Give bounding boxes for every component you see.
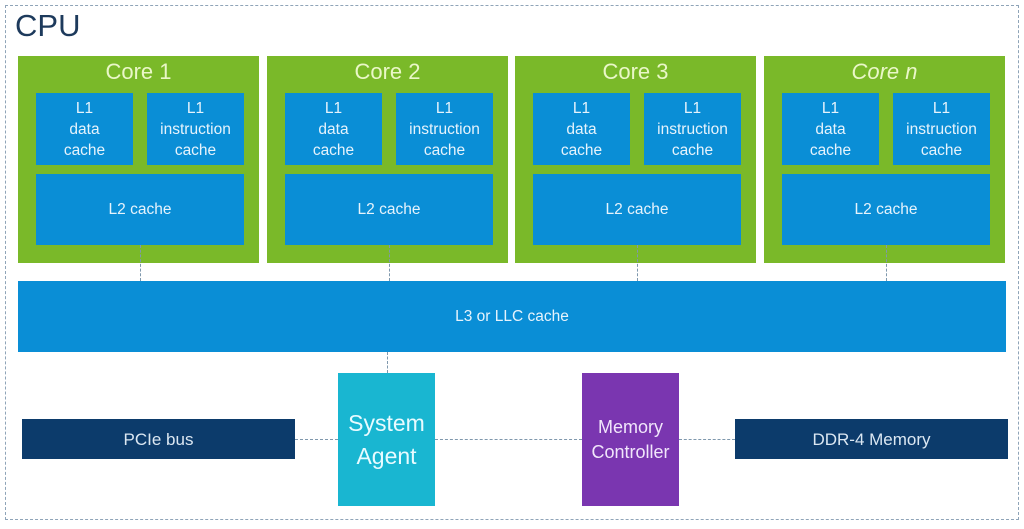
l1-data-cache: L1 data cache (533, 93, 630, 165)
l2-cache: L2 cache (533, 174, 741, 245)
connector-core2-l3 (389, 245, 390, 281)
l2-cache: L2 cache (782, 174, 990, 245)
system-agent: System Agent (338, 373, 435, 506)
core-title: Core 2 (354, 59, 421, 84)
connector-l3-system-agent (387, 352, 388, 373)
connector-core1-l3 (140, 245, 141, 281)
core-title: Core 1 (105, 59, 172, 84)
connector-system-agent-memory-controller (435, 439, 582, 440)
connector-memory-controller-ddr (679, 439, 735, 440)
core-title: Core n (851, 59, 918, 84)
memory-controller: Memory Controller (582, 373, 679, 506)
l2-cache: L2 cache (36, 174, 244, 245)
core-title: Core 3 (602, 59, 669, 84)
l1-instruction-cache: L1 instruction cache (396, 93, 493, 165)
l1-instruction-cache: L1 instruction cache (893, 93, 990, 165)
connector-coren-l3 (886, 245, 887, 281)
cpu-label: CPU (15, 8, 81, 43)
ddr4-memory: DDR-4 Memory (735, 419, 1008, 459)
pcie-bus: PCIe bus (22, 419, 295, 459)
l1-data-cache: L1 data cache (36, 93, 133, 165)
core-1: Core 1 L1 data cache L1 instruction cach… (18, 56, 259, 263)
connector-core3-l3 (637, 245, 638, 281)
l1-instruction-cache: L1 instruction cache (147, 93, 244, 165)
core-3: Core 3 L1 data cache L1 instruction cach… (515, 56, 756, 263)
l2-cache: L2 cache (285, 174, 493, 245)
connector-pcie-system-agent (295, 439, 338, 440)
l1-instruction-cache: L1 instruction cache (644, 93, 741, 165)
core-n: Core n L1 data cache L1 instruction cach… (764, 56, 1005, 263)
l3-llc-cache: L3 or LLC cache (18, 281, 1006, 352)
core-2: Core 2 L1 data cache L1 instruction cach… (267, 56, 508, 263)
l1-data-cache: L1 data cache (782, 93, 879, 165)
l1-data-cache: L1 data cache (285, 93, 382, 165)
